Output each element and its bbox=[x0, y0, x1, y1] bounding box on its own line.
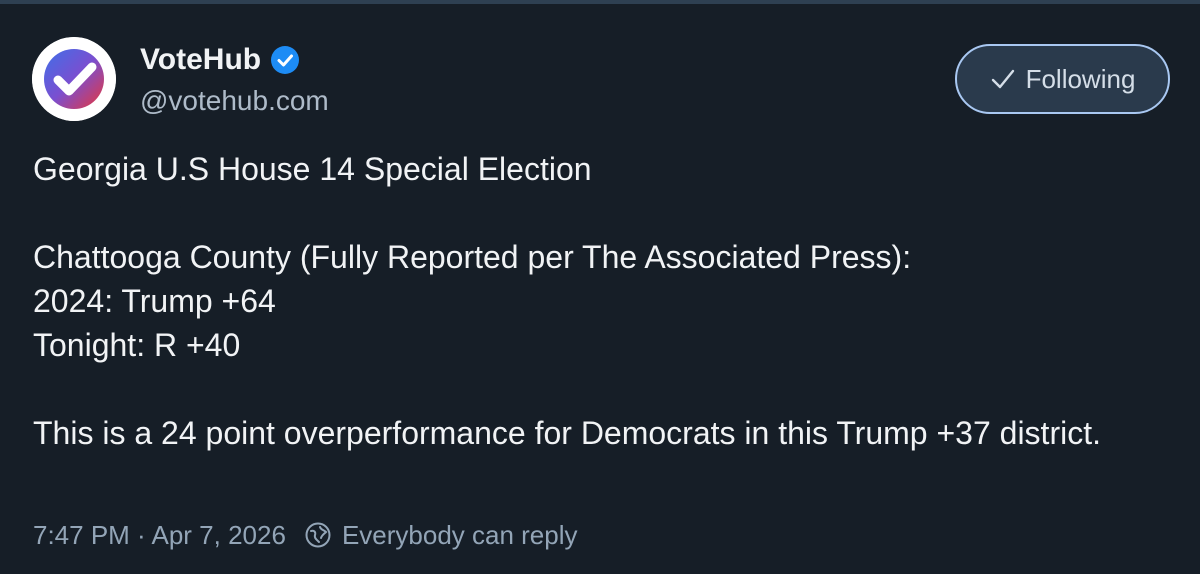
post-text-line: 2024: Trump +64 bbox=[33, 283, 276, 319]
following-button-label: Following bbox=[1025, 63, 1136, 94]
votehub-logo-icon bbox=[32, 37, 116, 121]
avatar[interactable] bbox=[32, 37, 116, 121]
author-name-text: VoteHub bbox=[140, 43, 262, 76]
author-handle[interactable]: @votehub.com bbox=[140, 84, 329, 118]
post-meta: 7:47 PM · Apr 7, 2026 Everybody can repl… bbox=[33, 518, 578, 552]
check-icon bbox=[990, 66, 1016, 92]
post-text-line: Tonight: R +40 bbox=[33, 327, 241, 363]
post-body: Georgia U.S House 14 Special Election Ch… bbox=[33, 147, 1173, 455]
post: VoteHub @votehub.com Following Georgia U… bbox=[0, 4, 1200, 574]
post-text-line: Chattooga County (Fully Reported per The… bbox=[33, 239, 912, 275]
reply-settings-icon bbox=[304, 521, 332, 549]
post-text-line: Georgia U.S House 14 Special Election bbox=[33, 151, 592, 187]
post-timestamp[interactable]: 7:47 PM · Apr 7, 2026 bbox=[33, 518, 286, 552]
following-button[interactable]: Following bbox=[955, 44, 1170, 114]
verified-badge-icon bbox=[271, 46, 300, 74]
reply-setting-text: Everybody can reply bbox=[341, 520, 578, 550]
author-display-name[interactable]: VoteHub bbox=[140, 42, 300, 78]
post-text-line: This is a 24 point overperformance for D… bbox=[33, 415, 1101, 451]
